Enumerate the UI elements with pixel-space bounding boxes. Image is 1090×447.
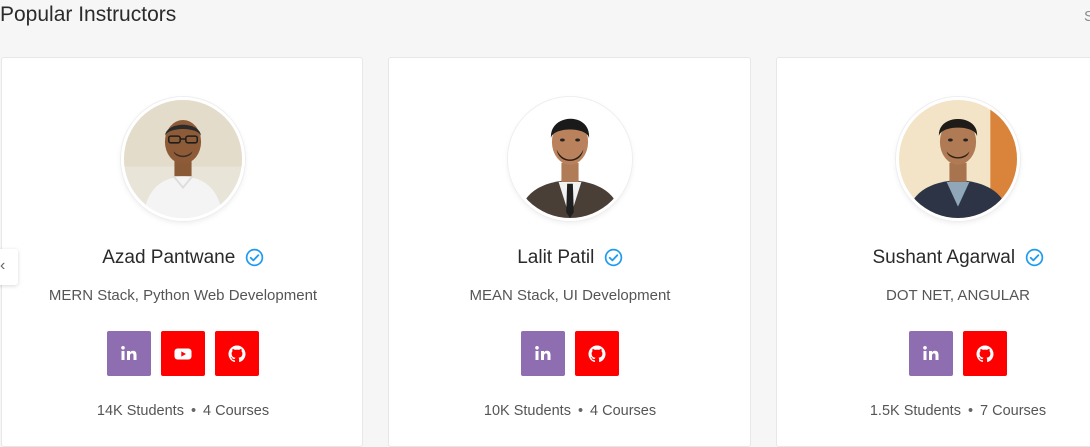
linkedin-icon — [121, 345, 137, 360]
avatar — [121, 97, 245, 221]
instructor-stats: 1.5K Students • 7 Courses — [777, 403, 1090, 419]
avatar — [508, 97, 632, 221]
avatar-photo — [899, 100, 1017, 218]
avatar — [896, 97, 1020, 221]
course-count: 4 Courses — [590, 403, 657, 419]
separator-dot: • — [967, 403, 974, 419]
section-title: Popular Instructors — [0, 3, 177, 26]
github-button[interactable] — [575, 331, 619, 376]
instructor-card[interactable]: Lalit Patil MEAN Stack, UI Development 1… — [388, 57, 751, 447]
instructor-card[interactable]: Sushant Agarwal DOT NET, ANGULAR 1.5K St… — [776, 57, 1090, 447]
linkedin-button[interactable] — [909, 331, 953, 376]
linkedin-icon — [535, 345, 551, 360]
student-count: 1.5K Students — [869, 403, 961, 419]
linkedin-button[interactable] — [521, 331, 565, 376]
avatar-photo — [511, 100, 629, 218]
github-icon — [228, 345, 246, 362]
social-links — [389, 331, 751, 376]
github-button[interactable] — [963, 331, 1007, 376]
carousel-prev-button[interactable]: ‹ — [0, 249, 18, 285]
verified-icon — [604, 248, 623, 266]
course-count: 4 Courses — [203, 403, 270, 419]
instructor-specialty: MERN Stack, Python Web Development — [48, 287, 318, 304]
github-button[interactable] — [215, 331, 259, 376]
linkedin-icon — [923, 345, 939, 360]
separator-dot: • — [577, 403, 584, 419]
linkedin-button[interactable] — [107, 331, 151, 376]
instructor-stats: 14K Students • 4 Courses — [2, 403, 364, 419]
chevron-left-icon: ‹ — [0, 257, 6, 274]
course-count: 7 Courses — [980, 403, 1047, 419]
instructor-specialty: DOT NET, ANGULAR — [886, 287, 1030, 304]
instructor-stats: 10K Students • 4 Courses — [389, 403, 751, 419]
github-icon — [588, 345, 606, 362]
separator-dot: • — [190, 403, 197, 419]
instructor-name[interactable]: Sushant Agarwal — [872, 247, 1015, 268]
student-count: 14K Students — [96, 403, 184, 419]
student-count: 10K Students — [483, 403, 571, 419]
social-links — [777, 331, 1090, 376]
instructor-name[interactable]: Lalit Patil — [517, 247, 594, 268]
youtube-button[interactable] — [161, 331, 205, 376]
github-icon — [976, 345, 994, 362]
avatar-photo — [124, 100, 242, 218]
instructor-card[interactable]: Azad Pantwane MERN Stack, Python Web Dev… — [1, 57, 363, 447]
verified-icon — [1025, 248, 1043, 266]
instructor-name[interactable]: Azad Pantwane — [102, 247, 235, 268]
instructor-specialty: MEAN Stack, UI Development — [469, 287, 671, 304]
social-links — [2, 331, 364, 376]
see-all-link[interactable]: S — [1084, 8, 1090, 25]
youtube-icon — [174, 348, 192, 359]
verified-icon — [245, 248, 264, 266]
